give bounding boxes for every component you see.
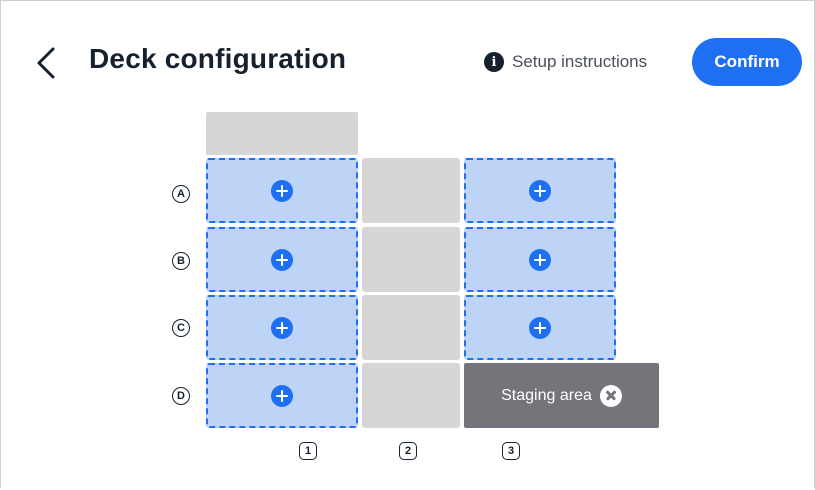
slot-a2 bbox=[362, 158, 460, 223]
slot-b2 bbox=[362, 227, 460, 292]
slot-d2 bbox=[362, 363, 460, 428]
column-label-2: 2 bbox=[399, 442, 417, 460]
slot-a3[interactable] bbox=[464, 158, 616, 223]
plus-icon bbox=[271, 384, 293, 407]
plus-icon bbox=[529, 179, 551, 202]
row-label-b: B bbox=[172, 252, 190, 270]
staging-area-label: Staging area bbox=[501, 386, 592, 404]
plus-icon bbox=[271, 248, 293, 271]
slot-c1[interactable] bbox=[206, 295, 358, 360]
plus-icon bbox=[271, 179, 293, 202]
row-label-a: A bbox=[172, 185, 190, 203]
slot-a1[interactable] bbox=[206, 158, 358, 223]
column-label-1: 1 bbox=[299, 442, 317, 460]
slot-d1[interactable] bbox=[206, 363, 358, 428]
slot-b3[interactable] bbox=[464, 227, 616, 292]
row-label-d: D bbox=[172, 387, 190, 405]
staging-area-button[interactable]: Staging area bbox=[464, 363, 659, 428]
slot-c3[interactable] bbox=[464, 295, 616, 360]
column-label-3: 3 bbox=[502, 442, 520, 460]
slot-b1[interactable] bbox=[206, 227, 358, 292]
close-icon bbox=[599, 384, 622, 407]
plus-icon bbox=[529, 316, 551, 339]
plus-icon bbox=[529, 248, 551, 271]
app-frame: Deck configuration i Setup instructions … bbox=[0, 0, 815, 488]
plus-icon bbox=[271, 316, 293, 339]
slot-c2 bbox=[362, 295, 460, 360]
deck-map: A B C D Staging area 1 2 3 bbox=[1, 1, 815, 490]
row-label-c: C bbox=[172, 319, 190, 337]
fixed-trash-area bbox=[206, 112, 358, 155]
